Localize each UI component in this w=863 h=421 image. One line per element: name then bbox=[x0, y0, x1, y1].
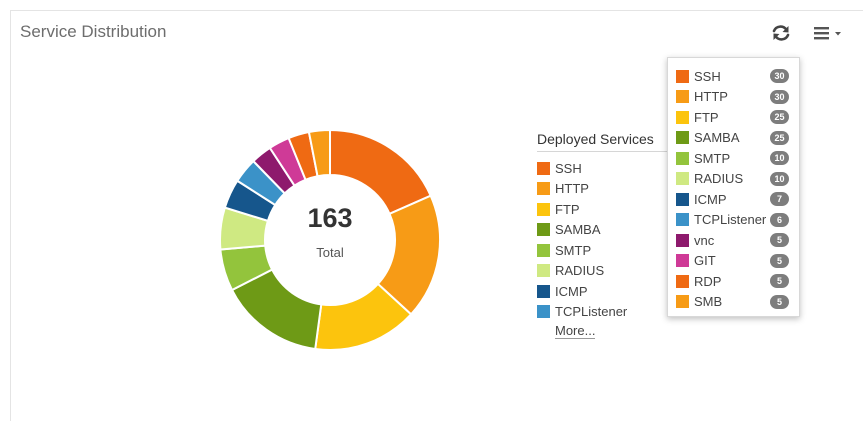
dropdown-item-smb[interactable]: SMB 5 bbox=[676, 292, 799, 313]
count-badge: 25 bbox=[770, 130, 789, 145]
dropdown-item-http[interactable]: HTTP 30 bbox=[676, 87, 799, 108]
services-dropdown: SSH 30 HTTP 30 FTP 25 SAMBA 25 SMTP 10 RADIUS 10 ICM… bbox=[667, 57, 800, 317]
dropdown-item-smtp[interactable]: SMTP 10 bbox=[676, 148, 799, 169]
count-badge: 5 bbox=[770, 274, 789, 289]
slice-ssh[interactable] bbox=[329, 128, 433, 216]
total-label: Total bbox=[316, 245, 344, 260]
legend-label: SMTP bbox=[555, 242, 592, 258]
legend-item-http[interactable]: HTTP bbox=[537, 179, 677, 200]
dropdown-label: SMTP bbox=[694, 150, 731, 166]
count-badge: 5 bbox=[770, 294, 789, 309]
legend-swatch bbox=[537, 305, 550, 319]
count-badge: 6 bbox=[770, 212, 789, 227]
legend-swatch bbox=[537, 161, 550, 175]
dropdown-label: HTTP bbox=[694, 89, 728, 105]
dropdown-swatch bbox=[676, 192, 689, 206]
dropdown-label: TCPListener bbox=[694, 212, 767, 228]
legend-item-samba[interactable]: SAMBA bbox=[537, 220, 677, 241]
dropdown-swatch bbox=[676, 233, 689, 247]
legend-items: SSH HTTP FTP SAMBA SMTP RADIUS ICMP TCPListener bbox=[537, 158, 677, 322]
count-badge: 30 bbox=[770, 69, 789, 84]
legend-item-ssh[interactable]: SSH bbox=[537, 158, 677, 179]
dropdown-swatch bbox=[676, 110, 689, 124]
chart-legend: Deployed Services SSH HTTP FTP SAMBA SMTP RAD… bbox=[537, 131, 677, 340]
dropdown-swatch bbox=[676, 172, 689, 186]
legend-label: TCPListener bbox=[555, 304, 628, 320]
legend-label: SAMBA bbox=[555, 222, 601, 238]
legend-item-radius[interactable]: RADIUS bbox=[537, 261, 677, 282]
legend-title: Deployed Services bbox=[537, 131, 667, 152]
legend-label: FTP bbox=[555, 201, 580, 217]
dropdown-swatch bbox=[676, 131, 689, 145]
legend-label: HTTP bbox=[555, 181, 589, 197]
dropdown-swatch bbox=[676, 69, 689, 83]
dropdown-item-ssh[interactable]: SSH 30 bbox=[676, 66, 799, 87]
dropdown-swatch bbox=[676, 90, 689, 104]
dropdown-item-radius[interactable]: RADIUS 10 bbox=[676, 169, 799, 190]
count-badge: 30 bbox=[770, 89, 789, 104]
dropdown-item-ftp[interactable]: FTP 25 bbox=[676, 107, 799, 128]
legend-swatch bbox=[537, 243, 550, 257]
legend-item-icmp[interactable]: ICMP bbox=[537, 281, 677, 302]
count-badge: 5 bbox=[770, 233, 789, 248]
legend-label: ICMP bbox=[555, 283, 588, 299]
legend-label: RADIUS bbox=[555, 263, 605, 279]
dropdown-label: GIT bbox=[694, 253, 716, 269]
count-badge: 7 bbox=[770, 192, 789, 207]
dropdown-item-rdp[interactable]: RDP 5 bbox=[676, 271, 799, 292]
count-badge: 25 bbox=[770, 110, 789, 125]
dropdown-item-icmp[interactable]: ICMP 7 bbox=[676, 189, 799, 210]
legend-label: SSH bbox=[555, 160, 582, 176]
legend-swatch bbox=[537, 182, 550, 196]
dropdown-item-tcplistener[interactable]: TCPListener 6 bbox=[676, 210, 799, 231]
dropdown-swatch bbox=[676, 274, 689, 288]
legend-swatch bbox=[537, 284, 550, 298]
dropdown-swatch bbox=[676, 151, 689, 165]
legend-more-link[interactable]: More... bbox=[555, 324, 596, 339]
dropdown-label: SMB bbox=[694, 294, 723, 310]
legend-item-tcplistener[interactable]: TCPListener bbox=[537, 302, 677, 323]
total-value: 163 bbox=[307, 203, 353, 233]
count-badge: 10 bbox=[770, 171, 789, 186]
legend-item-ftp[interactable]: FTP bbox=[537, 199, 677, 220]
dropdown-label: SSH bbox=[694, 68, 721, 84]
dropdown-item-git[interactable]: GIT 5 bbox=[676, 251, 799, 272]
legend-swatch bbox=[537, 223, 550, 237]
dropdown-label: ICMP bbox=[694, 191, 727, 207]
legend-swatch bbox=[537, 202, 550, 216]
count-badge: 10 bbox=[770, 151, 789, 166]
dropdown-swatch bbox=[676, 254, 689, 268]
dropdown-label: SAMBA bbox=[694, 130, 740, 146]
count-badge: 5 bbox=[770, 253, 789, 268]
dropdown-label: FTP bbox=[694, 109, 719, 125]
dropdown-item-vnc[interactable]: vnc 5 bbox=[676, 230, 799, 251]
dropdown-swatch bbox=[676, 295, 689, 309]
legend-swatch bbox=[537, 264, 550, 278]
legend-item-smtp[interactable]: SMTP bbox=[537, 240, 677, 261]
dropdown-label: vnc bbox=[694, 232, 715, 248]
dropdown-label: RADIUS bbox=[694, 171, 744, 187]
dropdown-label: RDP bbox=[694, 273, 722, 289]
dropdown-swatch bbox=[676, 213, 689, 227]
dropdown-item-samba[interactable]: SAMBA 25 bbox=[676, 128, 799, 149]
